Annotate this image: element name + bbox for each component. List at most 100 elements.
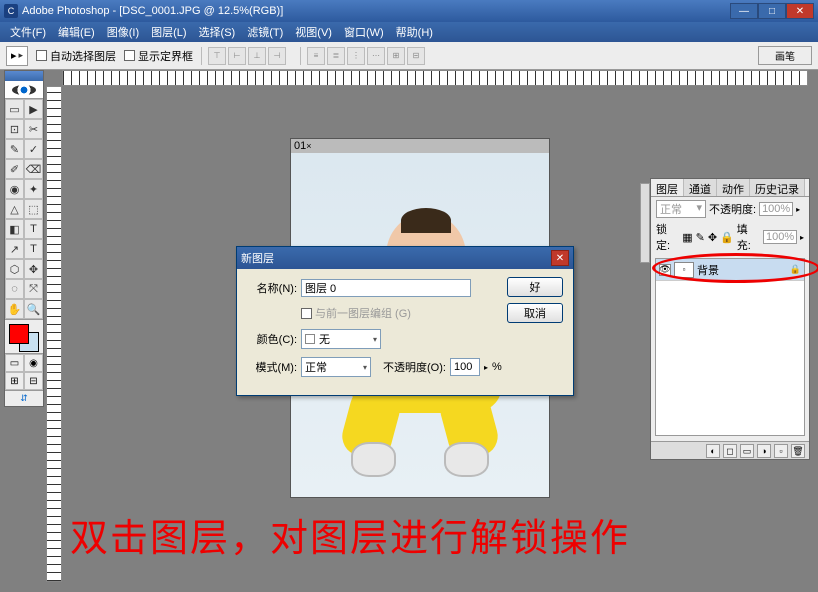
layer-thumbnail[interactable]: ▫ xyxy=(674,262,694,278)
lock-label: 锁定: xyxy=(656,221,679,253)
close-button[interactable]: ✕ xyxy=(786,3,814,19)
type-tool[interactable]: T xyxy=(24,239,43,259)
menu-view[interactable]: 视图(V) xyxy=(289,22,338,42)
layer-list: 👁 ▫ 背景 🔒 xyxy=(655,258,805,436)
tools-grid: ▭▶ ⊡✂ ✎✓ ✐⌫ ◉✦ △⬚ ◧T ↗T ⬡✥ ◌⤧ ✋🔍 xyxy=(5,99,43,319)
layers-panel: 图层 通道 动作 历史记录 正常▾ 不透明度: 100%▸ 锁定: ▦ ✎ ✥ … xyxy=(650,178,810,460)
app-title: Adobe Photoshop - [DSC_0001.JPG @ 12.5%(… xyxy=(22,5,730,17)
notes-tool[interactable]: ◌ xyxy=(5,279,24,299)
crop-tool[interactable]: ✎ xyxy=(5,139,24,159)
menu-edit[interactable]: 编辑(E) xyxy=(52,22,101,42)
lock-all-icon[interactable]: 🔒 xyxy=(720,231,734,244)
stamp-tool[interactable]: ◉ xyxy=(5,179,24,199)
wand-tool[interactable]: ✂ xyxy=(24,119,43,139)
menu-layer[interactable]: 图层(L) xyxy=(145,22,192,42)
layer-mask-button[interactable]: ◻ xyxy=(723,444,737,458)
percent-sign: % xyxy=(492,361,502,373)
menu-help[interactable]: 帮助(H) xyxy=(390,22,439,42)
menu-filter[interactable]: 滤镜(T) xyxy=(241,22,289,42)
mode-buttons: ▭◉ ⊞⊟ xyxy=(5,353,43,390)
color-swatch xyxy=(5,319,43,353)
mode-label: 模式(M): xyxy=(247,359,297,375)
marquee-tool[interactable]: ▭ xyxy=(5,99,24,119)
dialog-close-button[interactable]: ✕ xyxy=(551,250,569,266)
color-select[interactable]: 无▾ xyxy=(301,329,381,349)
move-tool[interactable]: ▶ xyxy=(24,99,43,119)
dodge-tool[interactable]: T xyxy=(24,219,43,239)
fill-label: 填充: xyxy=(737,221,760,253)
shape-tool[interactable]: ✥ xyxy=(24,259,43,279)
maximize-button[interactable]: □ xyxy=(758,3,786,19)
delete-layer-button[interactable]: 🗑 xyxy=(791,444,805,458)
tab-channels[interactable]: 通道 xyxy=(684,179,717,196)
heal-tool[interactable]: ✐ xyxy=(5,159,24,179)
lock-transparent-icon[interactable]: ▦ xyxy=(682,231,692,244)
color-label: 颜色(C): xyxy=(247,331,297,347)
cancel-button[interactable]: 取消 xyxy=(507,303,563,323)
menu-file[interactable]: 文件(F) xyxy=(4,22,52,42)
new-layer-button[interactable]: ▫ xyxy=(774,444,788,458)
layer-opacity-label: 不透明度: xyxy=(709,201,756,217)
tab-actions[interactable]: 动作 xyxy=(717,179,750,196)
blend-mode-select[interactable]: 正常▾ xyxy=(656,200,706,218)
visibility-icon[interactable]: 👁 xyxy=(659,264,671,276)
new-set-button[interactable]: ▭ xyxy=(740,444,754,458)
pen-tool[interactable]: ⬡ xyxy=(5,259,24,279)
gradient-tool[interactable]: ⬚ xyxy=(24,199,43,219)
opacity-label: 不透明度(O): xyxy=(383,359,446,375)
minimize-button[interactable]: — xyxy=(730,3,758,19)
blur-tool[interactable]: ◧ xyxy=(5,219,24,239)
adjustment-layer-button[interactable]: ◑ xyxy=(757,444,771,458)
tab-layers[interactable]: 图层 xyxy=(651,179,684,196)
jump-to-imageready[interactable]: ⇵ xyxy=(5,390,43,406)
document-tab: 01 × xyxy=(291,139,549,153)
zoom-tool[interactable]: 🔍 xyxy=(24,299,43,319)
brush-tool[interactable]: ⌫ xyxy=(24,159,43,179)
foreground-color[interactable] xyxy=(9,324,29,344)
menu-bar: 文件(F) 编辑(E) 图像(I) 图层(L) 选择(S) 滤镜(T) 视图(V… xyxy=(0,22,818,42)
layers-bottom-bar: ◐ ◻ ▭ ◑ ▫ 🗑 xyxy=(651,441,809,459)
photoshop-eye-icon xyxy=(5,81,43,99)
eraser-tool[interactable]: △ xyxy=(5,199,24,219)
palette-dock-strip[interactable] xyxy=(640,183,650,263)
vertical-ruler xyxy=(46,86,62,582)
ok-button[interactable]: 好 xyxy=(507,277,563,297)
hand-tool[interactable]: ✋ xyxy=(5,299,24,319)
toolbox: ▭▶ ⊡✂ ✎✓ ✐⌫ ◉✦ △⬚ ◧T ↗T ⬡✥ ◌⤧ ✋🔍 ▭◉ ⊞⊟ ⇵ xyxy=(4,70,44,407)
layer-name-input[interactable] xyxy=(301,279,471,297)
lasso-tool[interactable]: ⊡ xyxy=(5,119,24,139)
toolbox-header[interactable] xyxy=(5,71,43,81)
quickmask-mode-button[interactable]: ◉ xyxy=(24,354,43,372)
dialog-titlebar[interactable]: 新图层 ✕ xyxy=(237,247,573,269)
current-tool-indicator[interactable]: ▸ xyxy=(6,46,28,66)
tab-history[interactable]: 历史记录 xyxy=(750,179,805,196)
history-brush-tool[interactable]: ✦ xyxy=(24,179,43,199)
layer-opacity-value[interactable]: 100% xyxy=(759,202,793,216)
screen-mode-2[interactable]: ⊟ xyxy=(24,372,43,390)
align-group: ⊤⊢⊥⊣ xyxy=(201,47,292,65)
fill-value[interactable]: 100% xyxy=(763,230,797,244)
lock-paint-icon[interactable]: ✎ xyxy=(696,231,705,244)
name-label: 名称(N): xyxy=(247,280,297,296)
show-bounds-checkbox[interactable]: 显示定界框 xyxy=(124,48,193,64)
horizontal-ruler xyxy=(62,70,808,86)
lock-move-icon[interactable]: ✥ xyxy=(708,231,717,244)
menu-window[interactable]: 窗口(W) xyxy=(338,22,390,42)
title-bar: C Adobe Photoshop - [DSC_0001.JPG @ 12.5… xyxy=(0,0,818,22)
path-tool[interactable]: ↗ xyxy=(5,239,24,259)
opacity-input[interactable] xyxy=(450,358,480,376)
app-icon: C xyxy=(4,4,18,18)
standard-mode-button[interactable]: ▭ xyxy=(5,354,24,372)
brush-palette-tab[interactable]: 画笔 xyxy=(758,46,812,65)
layer-style-button[interactable]: ◐ xyxy=(706,444,720,458)
screen-mode-1[interactable]: ⊞ xyxy=(5,372,24,390)
new-layer-dialog: 新图层 ✕ 名称(N): 与前一图层编组 (G) 颜色(C): 无▾ 模式(M)… xyxy=(236,246,574,396)
distribute-group: ≡≣⋮⋯⊞⊟ xyxy=(300,47,431,65)
slice-tool[interactable]: ✓ xyxy=(24,139,43,159)
layer-row-background[interactable]: 👁 ▫ 背景 🔒 xyxy=(656,259,804,281)
mode-select[interactable]: 正常▾ xyxy=(301,357,371,377)
eyedropper-tool[interactable]: ⤧ xyxy=(24,279,43,299)
menu-select[interactable]: 选择(S) xyxy=(193,22,242,42)
auto-select-checkbox[interactable]: 自动选择图层 xyxy=(36,48,116,64)
menu-image[interactable]: 图像(I) xyxy=(101,22,145,42)
